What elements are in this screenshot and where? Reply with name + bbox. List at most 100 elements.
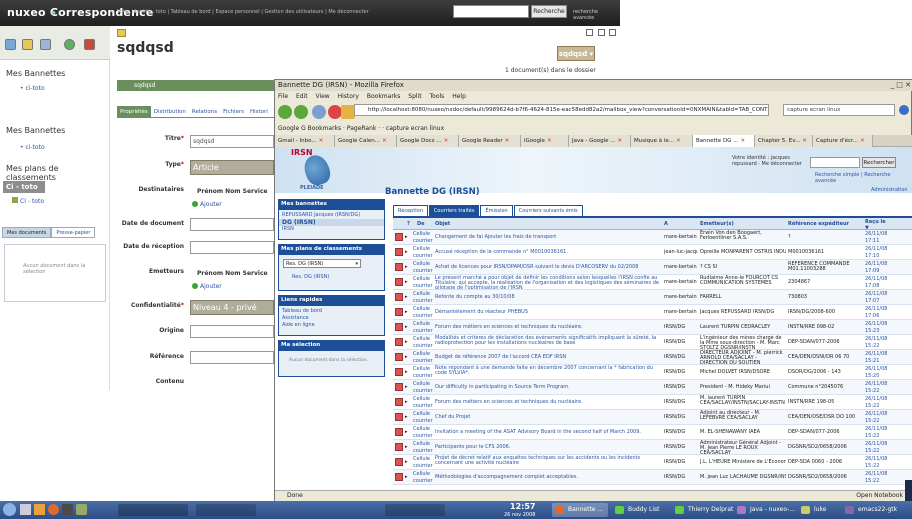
tab-reception[interactable]: Réception [393, 205, 428, 216]
close-icon[interactable]: ✕ [319, 138, 324, 144]
tab-emission[interactable]: Émission [480, 205, 513, 216]
close-icon[interactable]: ✕ [676, 138, 681, 144]
search-links[interactable]: Recherche simple | Recherche avancée [815, 172, 912, 184]
table-row[interactable]: ▸ Cellule courrier Refonte du compte au 30… [393, 290, 912, 305]
close-icon[interactable]: ✕ [505, 138, 510, 144]
row-objet-link[interactable]: Projet de décret relatif aux enquêtes te… [435, 455, 660, 466]
row-objet-link[interactable]: Participants pour le CFS 2006. [435, 440, 660, 454]
row-objet-link[interactable]: Forum des métiers en sciences et techniq… [435, 395, 660, 409]
close-icon[interactable]: ✕ [740, 138, 745, 144]
row-objet-link[interactable]: Modalités et critères de déclaration des… [435, 335, 660, 346]
row-objet-link[interactable]: Refonte du compte au 30/10/08 [435, 290, 660, 304]
subtab-relations[interactable]: Relations [189, 106, 220, 118]
browser-tab[interactable]: Google Calen... ✕ [335, 135, 397, 147]
browser-tab[interactable]: Chapter 5. Ev... ✕ [755, 135, 813, 147]
col-reference[interactable]: Référence expéditeur [788, 218, 849, 230]
search-go-icon[interactable] [899, 105, 909, 115]
delete-icon[interactable] [395, 233, 403, 241]
task-bannette[interactable]: Bannette ... [552, 503, 608, 517]
table-row[interactable]: ▸ Cellule courrier Note répondant à une de… [393, 365, 912, 380]
task-java[interactable]: Java - nuxeo-... [734, 503, 795, 517]
subtab-distribution[interactable]: Distribution [151, 106, 189, 118]
close-icon[interactable]: ✕ [618, 138, 623, 144]
add-destinataire-button[interactable]: Ajouter [192, 201, 222, 208]
table-row[interactable]: ▸ Cellule courrier Chef du Projet IRSN/DG Ad… [393, 410, 912, 425]
table-row[interactable]: ▸ Cellule courrier Forum des métiers en sc… [393, 320, 912, 335]
page-search-input[interactable] [810, 157, 860, 168]
browser-search-input[interactable]: capture ecran linux [783, 104, 895, 116]
browser-tab[interactable]: Google Docs ... ✕ [397, 135, 459, 147]
delete-icon[interactable] [395, 338, 403, 346]
print-icon[interactable] [598, 29, 605, 36]
bannette-repussard[interactable]: REPUSSARD Jacques (IRSN/DG) [279, 210, 384, 219]
nuxeo-search-input[interactable] [453, 5, 529, 18]
delete-icon[interactable] [395, 368, 403, 376]
delete-icon[interactable] [395, 293, 403, 301]
browser-tab[interactable]: Google Reader ✕ [459, 135, 521, 147]
row-objet-link[interactable]: Le présent marché a pour objet de défini… [435, 275, 660, 290]
tab-mes-documents[interactable]: Mes documents [2, 227, 52, 238]
table-row[interactable]: ▸ Cellule courrier Projet de décret relati… [393, 455, 912, 470]
nuxeo-search-button[interactable]: Recherche [531, 5, 567, 18]
table-row[interactable]: ▸ Cellule courrier Méthodologies d'accompa… [393, 470, 912, 485]
plan-item[interactable]: Res. DG (IRSN) [289, 274, 329, 281]
window-controls[interactable]: _ □ ✕ [873, 81, 911, 90]
home-icon[interactable] [5, 39, 16, 50]
table-row[interactable]: ▸ Cellule courrier Le présent marché a pou… [393, 275, 912, 290]
advanced-search-link[interactable]: recherche avancée [573, 9, 620, 21]
tab-courriers-suivants[interactable]: Courriers suivants émis [513, 205, 583, 216]
row-objet-link[interactable]: Accusé réception de la commande n° M0010… [435, 245, 660, 259]
reload-icon[interactable] [312, 105, 326, 119]
browser-tab-active[interactable]: Bannette DG ... ✕ [693, 135, 755, 147]
row-objet-link[interactable]: Budget de référence 2007 de l'accord CEA… [435, 350, 660, 364]
col-check[interactable]: ? [407, 218, 410, 230]
task-buddy-list[interactable]: Buddy List [612, 503, 668, 517]
mail-icon[interactable] [586, 29, 593, 36]
tools-icon[interactable] [84, 39, 95, 50]
clock-time[interactable]: 12:57 [510, 503, 535, 511]
subtab-proprietes[interactable]: Propriétés [117, 106, 151, 118]
table-row[interactable]: ▸ Cellule courrier Démantèlement du réacte… [393, 305, 912, 320]
subtab-fichiers[interactable]: Fichiers [220, 106, 247, 118]
table-row[interactable]: ▸ Cellule courrier Achat de licences pour … [393, 260, 912, 275]
delete-icon[interactable] [395, 413, 403, 421]
desktop-icon[interactable] [20, 504, 31, 515]
link-assistance[interactable]: Assistance [279, 315, 384, 322]
row-objet-link[interactable]: Forum des métiers en sciences et techniq… [435, 320, 660, 334]
task-emacs[interactable]: emacs22-gtk [842, 503, 904, 517]
sidebar-item-ci-toto[interactable]: • ci-toto [20, 85, 45, 92]
system-tray-left[interactable] [196, 504, 256, 516]
table-row[interactable]: ▸ Cellule courrier Modalités et critères d… [393, 335, 912, 350]
stop-icon[interactable] [328, 105, 342, 119]
page-search-button[interactable]: Rechercher [862, 157, 896, 168]
bookmarks-toolbar[interactable]: Google G Bookmarks · PageRank · · captur… [275, 122, 912, 135]
delete-icon[interactable] [395, 383, 403, 391]
clipboard-icon[interactable] [40, 39, 51, 50]
folder-icon[interactable] [22, 39, 33, 50]
files-icon[interactable] [34, 504, 45, 515]
table-row[interactable]: ▸ Cellule courrier Accusé réception de la … [393, 245, 912, 260]
row-objet-link[interactable]: Achat de licences pour IRSN/DPAM/DSR sui… [435, 260, 660, 274]
browser-tab[interactable]: Musique à le... ✕ [631, 135, 693, 147]
browser-tab[interactable]: iGoogle ✕ [521, 135, 569, 147]
table-row[interactable]: ▸ Cellule courrier Forum des métiers en sc… [393, 395, 912, 410]
origine-field[interactable] [190, 325, 274, 338]
link-aide[interactable]: Aide en ligne [279, 322, 384, 329]
close-icon[interactable]: ✕ [444, 138, 449, 144]
tab-presse-papier[interactable]: Presse-papier [51, 227, 96, 238]
delete-icon[interactable] [395, 353, 403, 361]
user-identity[interactable]: Votre identité : jacques repussard · Me … [732, 155, 802, 167]
add-emetteur-button[interactable]: Ajouter [192, 283, 222, 290]
close-icon[interactable]: ✕ [382, 138, 387, 144]
table-row[interactable]: ▸ Cellule courrier Invitation a meeting of… [393, 425, 912, 440]
bannette-irsn[interactable]: IRSN [279, 226, 384, 233]
top-links[interactable]: Votre identité : toto | Tableau de bord … [117, 9, 369, 15]
table-row[interactable]: ▸ Cellule courrier Participants pour le CF… [393, 440, 912, 455]
document-button[interactable]: sqdqsd ▾ [557, 46, 595, 61]
type-select[interactable]: Article [190, 160, 274, 175]
table-row[interactable]: ▸ Cellule courrier Changement de fai Ajout… [393, 230, 912, 245]
terminal-icon[interactable] [62, 504, 73, 515]
back-icon[interactable] [278, 105, 292, 119]
row-objet-link[interactable]: Démantèlement du réacteur PHEBUS [435, 305, 660, 319]
task-luke[interactable]: luke [798, 503, 838, 517]
